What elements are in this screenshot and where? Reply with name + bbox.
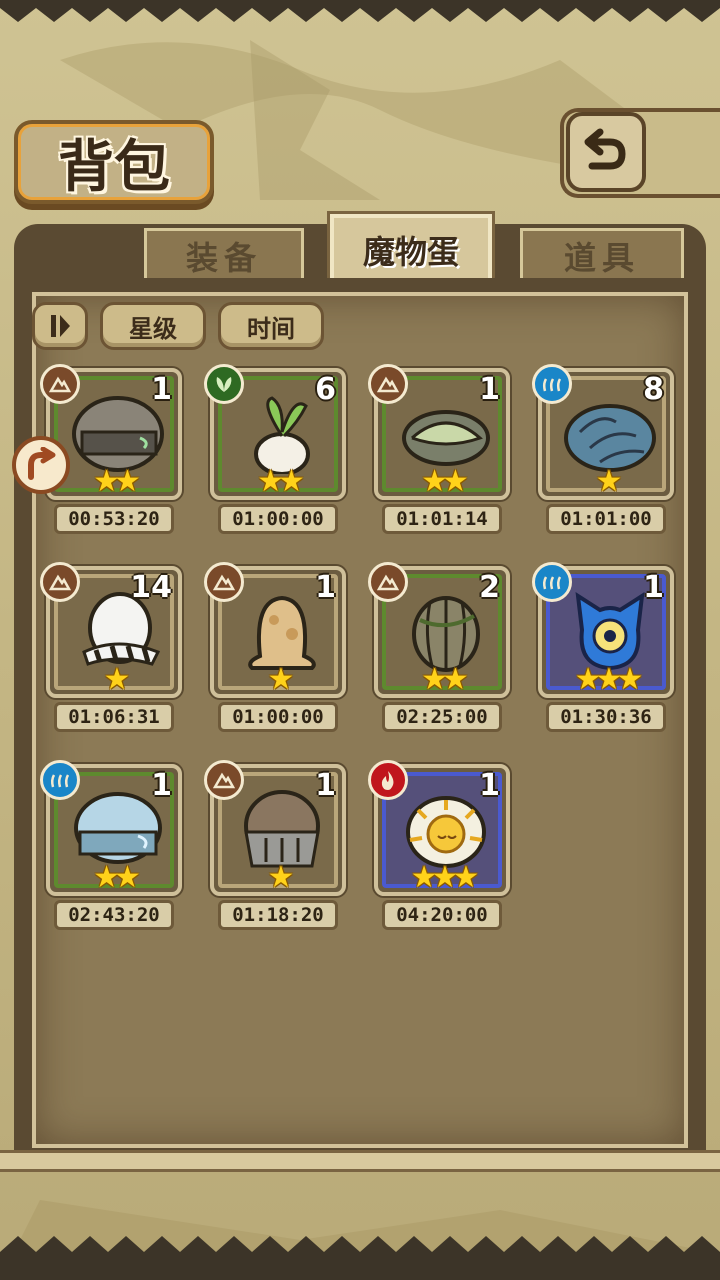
panel-bottom-rail (0, 1150, 720, 1172)
egg-card[interactable]: 8 ★ 01:01:00 (532, 364, 674, 536)
sort-toggle-icon (51, 315, 70, 337)
earth-element-icon (368, 562, 408, 602)
back-button[interactable] (566, 112, 646, 192)
hatch-timer: 02:43:20 (54, 900, 174, 930)
hatch-timer: 00:53:20 (54, 504, 174, 534)
star-rating: ★ (267, 860, 295, 895)
star-rating: ★ (267, 662, 295, 697)
hatch-timer: 01:00:00 (218, 504, 338, 534)
side-shortcut-button[interactable] (12, 436, 70, 494)
hatch-timer: 01:00:00 (218, 702, 338, 732)
hatch-timer-text: 01:01:14 (396, 508, 488, 530)
egg-card[interactable]: 2 ★★ 02:25:00 (368, 562, 510, 734)
egg-count: 6 (315, 372, 336, 407)
earth-element-icon (204, 760, 244, 800)
star-rating: ★★ (421, 464, 469, 499)
fire-element-icon (368, 760, 408, 800)
egg-count: 8 (643, 372, 664, 407)
hatch-timer-text: 02:43:20 (68, 904, 160, 926)
sort-by-star-label: 星级 (129, 314, 177, 343)
page-title: 背包 (58, 133, 170, 200)
tab-items[interactable]: 道具 (520, 228, 684, 284)
earth-element-icon (40, 364, 80, 404)
sort-by-time-button[interactable]: 时间 (218, 302, 324, 350)
egg-card[interactable]: 1 ★★ 02:43:20 (40, 760, 182, 932)
egg-card[interactable]: 1 ★ 01:00:00 (204, 562, 346, 734)
star-rating: ★★★ (410, 860, 480, 895)
hatch-timer: 01:18:20 (218, 900, 338, 930)
back-arrow-icon (584, 128, 626, 170)
grass-element-icon (204, 364, 244, 404)
earth-element-icon (204, 562, 244, 602)
egg-card[interactable]: 1 ★★★ 01:30:36 (532, 562, 674, 734)
bottom-zigzag-border (0, 1236, 720, 1280)
tab-monster-eggs[interactable]: 魔物蛋 (330, 214, 492, 286)
star-rating: ★★ (93, 860, 141, 895)
hatch-timer-text: 01:01:00 (560, 508, 652, 530)
egg-count: 1 (151, 768, 172, 803)
egg-count: 1 (479, 372, 500, 407)
hatch-timer: 02:25:00 (382, 702, 502, 732)
sort-by-time-label: 时间 (247, 314, 295, 343)
earth-element-icon (368, 364, 408, 404)
egg-count: 14 (130, 570, 172, 605)
hatch-timer-text: 01:18:20 (232, 904, 324, 926)
hatch-timer: 01:06:31 (54, 702, 174, 732)
egg-card[interactable]: 1 ★ 01:18:20 (204, 760, 346, 932)
tab-monster-eggs-label: 魔物蛋 (362, 233, 459, 271)
hatch-timer: 01:30:36 (546, 702, 666, 732)
hatch-timer-text: 01:30:36 (560, 706, 652, 728)
hatch-timer-text: 01:00:00 (232, 706, 324, 728)
star-rating: ★★ (257, 464, 305, 499)
egg-card[interactable]: 6 ★★ 01:00:00 (204, 364, 346, 536)
sort-by-star-button[interactable]: 星级 (100, 302, 206, 350)
hatch-timer-text: 01:00:00 (232, 508, 324, 530)
tab-items-label: 道具 (563, 239, 640, 277)
hatch-timer-text: 02:25:00 (396, 706, 488, 728)
hatch-timer-text: 00:53:20 (68, 508, 160, 530)
egg-count: 1 (643, 570, 664, 605)
egg-count: 1 (315, 570, 336, 605)
hatch-timer: 01:01:00 (546, 504, 666, 534)
egg-card[interactable]: 1 ★★★ 04:20:00 (368, 760, 510, 932)
egg-count: 1 (315, 768, 336, 803)
egg-count: 1 (479, 768, 500, 803)
egg-card[interactable]: 14 ★ 01:06:31 (40, 562, 182, 734)
hatch-timer-text: 04:20:00 (396, 904, 488, 926)
page-title-plate: 背包 (14, 120, 214, 204)
egg-card[interactable]: 1 ★★ 01:01:14 (368, 364, 510, 536)
water-element-icon (532, 562, 572, 602)
hatch-timer-text: 01:06:31 (68, 706, 160, 728)
water-element-icon (40, 760, 80, 800)
sort-order-toggle-button[interactable] (32, 302, 88, 350)
star-rating: ★ (103, 662, 131, 697)
star-rating: ★ (595, 464, 623, 499)
star-rating: ★★ (421, 662, 469, 697)
tab-equipment[interactable]: 装备 (144, 228, 304, 284)
hatch-timer: 01:01:14 (382, 504, 502, 534)
tab-equipment-label: 装备 (185, 239, 262, 277)
earth-element-icon (40, 562, 80, 602)
top-zigzag-border (0, 0, 720, 22)
egg-count: 1 (151, 372, 172, 407)
redo-arrow-icon (28, 447, 56, 480)
egg-count: 2 (479, 570, 500, 605)
star-rating: ★★★ (574, 662, 644, 697)
hatch-timer: 04:20:00 (382, 900, 502, 930)
water-element-icon (532, 364, 572, 404)
